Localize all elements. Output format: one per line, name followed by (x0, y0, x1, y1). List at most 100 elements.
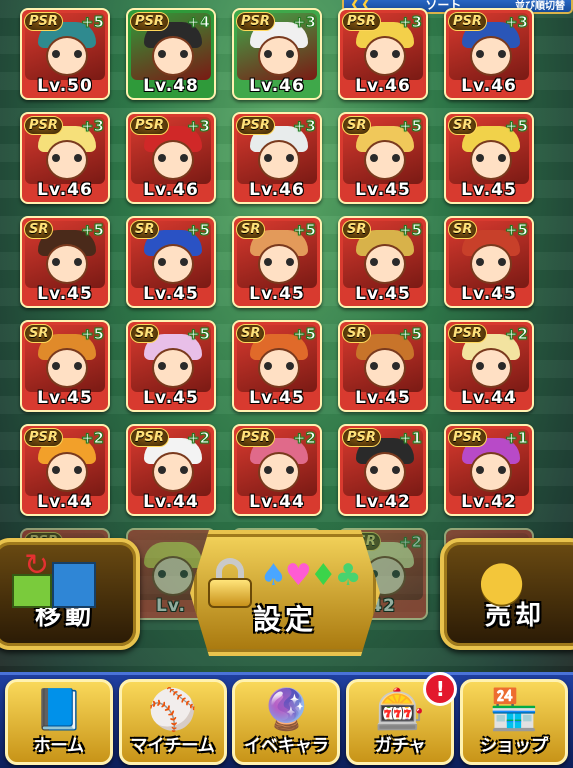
level-label: Lv.46 (249, 76, 305, 96)
level-label: Lv.44 (249, 492, 305, 512)
plus-value: +3 (186, 117, 210, 136)
rarity-badge: SR (448, 116, 478, 135)
character-card[interactable]: PSR +2 Lv.44 (232, 424, 322, 516)
character-card[interactable]: SR +5 Lv.45 (126, 320, 216, 412)
rarity-badge: PSR (24, 116, 63, 135)
character-card[interactable]: PSR +3 Lv.46 (444, 8, 534, 100)
nav-item[interactable]: 🏪 ショップ (460, 678, 569, 765)
level-label: Lv.44 (143, 492, 199, 512)
nav-item-label: ガチャ (374, 735, 426, 756)
level-label: Lv.50 (37, 76, 93, 96)
character-card[interactable]: PSR +3 Lv.46 (20, 112, 110, 204)
rarity-badge: PSR (448, 428, 487, 447)
rarity-badge: PSR (448, 324, 487, 343)
nav-item[interactable]: 📘 ホーム (4, 678, 113, 765)
rarity-badge: SR (130, 324, 160, 343)
rarity-badge: SR (24, 220, 54, 239)
rarity-badge: SR (342, 324, 372, 343)
level-label: Lv.45 (461, 284, 517, 304)
plus-value: +1 (398, 429, 422, 448)
settings-button[interactable]: ♠♥♦♣ 設定 (190, 530, 380, 656)
rarity-badge: PSR (448, 12, 487, 31)
level-label: Lv.45 (249, 284, 305, 304)
plus-value: +2 (186, 429, 210, 448)
plus-value: +2 (292, 429, 316, 448)
sell-button[interactable]: ● 売却 (440, 538, 573, 650)
lock-icon (208, 558, 252, 608)
character-card[interactable]: PSR +2 Lv.44 (20, 424, 110, 516)
card-suits-icon: ♠♥♦♣ (260, 558, 362, 593)
plus-value: +5 (186, 221, 210, 240)
plus-value: +2 (80, 429, 104, 448)
character-card[interactable]: SR +5 Lv.45 (338, 216, 428, 308)
plus-value: +1 (504, 429, 528, 448)
level-label: Lv.42 (355, 492, 411, 512)
rarity-badge: PSR (236, 116, 275, 135)
character-card[interactable]: PSR +3 Lv.46 (232, 8, 322, 100)
level-label: Lv.46 (249, 180, 305, 200)
character-eyes (476, 258, 506, 266)
character-eyes (158, 154, 188, 162)
character-card[interactable]: PSR +2 Lv.44 (126, 424, 216, 516)
nav-item[interactable]: 🔮 イベキャラ (232, 678, 341, 765)
character-card[interactable]: SR +5 Lv.45 (444, 216, 534, 308)
plus-value: +5 (186, 325, 210, 344)
character-eyes (158, 50, 188, 58)
character-eyes (158, 466, 188, 474)
nav-item-label: ショップ (480, 735, 549, 756)
rarity-badge: SR (236, 220, 266, 239)
character-card[interactable]: PSR +1 Lv.42 (444, 424, 534, 516)
character-card[interactable]: SR +5 Lv.45 (20, 216, 110, 308)
rarity-badge: PSR (236, 12, 275, 31)
move-button[interactable]: ↻ 移動 (0, 538, 140, 650)
character-card[interactable]: SR +5 Lv.45 (338, 320, 428, 412)
rarity-badge: PSR (236, 428, 275, 447)
rarity-badge: PSR (342, 428, 381, 447)
rarity-badge: SR (130, 220, 160, 239)
level-label: Lv.45 (143, 284, 199, 304)
level-label: Lv.46 (355, 76, 411, 96)
plus-value: +5 (504, 221, 528, 240)
plus-value: +3 (504, 13, 528, 32)
rarity-badge: PSR (130, 12, 169, 31)
character-card[interactable]: PSR +3 Lv.46 (232, 112, 322, 204)
character-eyes (52, 466, 82, 474)
gacha-icon: 🎰 (375, 686, 426, 733)
level-label: Lv.45 (37, 388, 93, 408)
character-card[interactable]: SR +5 Lv.45 (338, 112, 428, 204)
rarity-badge: SR (448, 220, 478, 239)
level-label: Lv.42 (461, 492, 517, 512)
character-card[interactable]: SR +5 Lv.45 (444, 112, 534, 204)
character-card[interactable]: PSR +2 Lv.44 (444, 320, 534, 412)
character-card[interactable]: PSR +3 Lv.46 (126, 112, 216, 204)
level-label: Lv.45 (355, 180, 411, 200)
nav-item[interactable]: 🎰 ガチャ! (346, 671, 458, 765)
move-boxes-icon: ↻ (12, 548, 102, 612)
character-card[interactable]: PSR +3 Lv.46 (338, 8, 428, 100)
character-eyes (158, 258, 188, 266)
character-eyes (264, 50, 294, 58)
plus-value: +2 (504, 325, 528, 344)
character-card[interactable]: SR +5 Lv.45 (126, 216, 216, 308)
plus-value: +3 (80, 117, 104, 136)
character-eyes (264, 466, 294, 474)
character-eyes (264, 362, 294, 370)
character-card[interactable]: PSR +1 Lv.42 (338, 424, 428, 516)
rarity-badge: PSR (130, 428, 169, 447)
character-card[interactable]: SR +5 Lv.45 (232, 216, 322, 308)
level-label: Lv.45 (249, 388, 305, 408)
my-team-icon: ⚾ (147, 686, 198, 733)
event-character-icon: 🔮 (261, 686, 312, 733)
action-bar: ↻ 移動 ♠♥♦♣ 設定 ● 売却 (0, 528, 573, 666)
nav-item[interactable]: ⚾ マイチーム (118, 678, 227, 765)
character-eyes (158, 362, 188, 370)
nav-item-label: マイチーム (130, 735, 215, 756)
level-label: Lv.48 (143, 76, 199, 96)
character-card[interactable]: PSR +4 Lv.48 (126, 8, 216, 100)
character-card[interactable]: SR +5 Lv.45 (232, 320, 322, 412)
home-book-icon: 📘 (33, 686, 84, 733)
character-card[interactable]: SR +5 Lv.45 (20, 320, 110, 412)
plus-value: +5 (398, 221, 422, 240)
character-card[interactable]: PSR +5 Lv.50 (20, 8, 110, 100)
plus-value: +5 (398, 325, 422, 344)
